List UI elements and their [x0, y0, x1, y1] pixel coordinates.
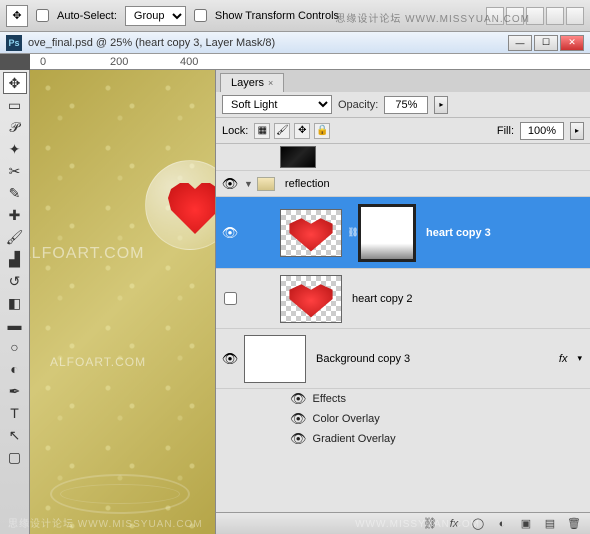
lock-all-icon[interactable]: 🔒 — [314, 123, 330, 139]
eraser-tool[interactable]: ◧ — [3, 292, 27, 314]
watermark-bottom-left: 思缘设计论坛 WWW.MISSYUAN.COM — [8, 515, 203, 530]
layer-heart-copy-2[interactable]: heart copy 2 — [216, 269, 590, 329]
ruler-horizontal: 0 200 400 — [30, 54, 590, 70]
align-btn-4[interactable] — [546, 7, 564, 25]
history-brush-tool[interactable]: ↺ — [3, 270, 27, 292]
visibility-icon[interactable]: 👁 — [290, 411, 307, 427]
effect-color-overlay[interactable]: 👁 Color Overlay — [216, 409, 590, 429]
path-tool[interactable]: ↖ — [3, 424, 27, 446]
layer-thumbnail[interactable] — [280, 146, 316, 168]
layer-row-hidden[interactable] — [216, 144, 590, 171]
document-title: ove_final.psd @ 25% (heart copy 3, Layer… — [28, 37, 502, 49]
document-title-bar: Ps ove_final.psd @ 25% (heart copy 3, La… — [0, 32, 590, 54]
layer-heart-copy-3[interactable]: 👁 ⛓ heart copy 3 — [216, 197, 590, 269]
adjustment-icon[interactable]: ◐ — [494, 516, 510, 532]
layer-background-copy-3[interactable]: 👁 Background copy 3 fx ▾ — [216, 329, 590, 389]
lock-position-icon[interactable]: ✥ — [294, 123, 310, 139]
pen-tool[interactable]: ✒ — [3, 380, 27, 402]
brush-tool[interactable]: 🖌 — [3, 226, 27, 248]
group-name[interactable]: reflection — [281, 178, 590, 190]
move-tool[interactable]: ✥ — [3, 72, 27, 94]
auto-select-label: Auto-Select: — [57, 10, 117, 22]
ps-icon: Ps — [6, 35, 22, 51]
shape-tool[interactable]: ▢ — [3, 446, 27, 468]
visibility-icon[interactable]: 👁 — [290, 431, 307, 447]
canvas[interactable]: ALFOART.COM ALFOART.COM — [30, 70, 215, 534]
fx-badge[interactable]: fx — [559, 353, 568, 365]
lock-label: Lock: — [222, 125, 248, 137]
layer-thumbnail[interactable] — [280, 275, 342, 323]
show-transform-label: Show Transform Controls — [215, 10, 339, 22]
dodge-tool[interactable]: ◐ — [3, 358, 27, 380]
opacity-flyout-icon[interactable]: ▸ — [434, 96, 448, 114]
stamp-tool[interactable]: ▟ — [3, 248, 27, 270]
canvas-ripple — [50, 474, 190, 514]
visibility-icon[interactable]: 👁 — [290, 391, 307, 407]
wand-tool[interactable]: ✦ — [3, 138, 27, 160]
opacity-label: Opacity: — [338, 99, 378, 111]
trash-icon[interactable]: 🗑 — [566, 516, 582, 532]
heal-tool[interactable]: ✚ — [3, 204, 27, 226]
effect-gradient-overlay[interactable]: 👁 Gradient Overlay — [216, 429, 590, 449]
watermark-top: 思缘设计论坛 WWW.MISSYUAN.COM — [335, 10, 530, 25]
blend-mode-select[interactable]: Soft Light — [222, 95, 332, 114]
layers-panel: Layers× Soft Light Opacity: 75% ▸ Lock: … — [215, 70, 590, 534]
canvas-watermark-2: ALFOART.COM — [50, 355, 146, 369]
canvas-watermark-1: ALFOART.COM — [30, 245, 145, 263]
auto-select-checkbox[interactable] — [36, 9, 49, 22]
fill-value[interactable]: 100% — [520, 122, 564, 140]
visibility-icon[interactable]: 👁 — [222, 225, 239, 241]
visibility-icon[interactable]: 👁 — [222, 176, 239, 192]
tools-panel: ✥ ▭ 𝒫 ✦ ✂ ✎ ✚ 🖌 ▟ ↺ ◧ ▬ ○ ◐ ✒ T ↖ ▢ — [0, 70, 30, 534]
align-btn-5[interactable] — [566, 7, 584, 25]
lasso-tool[interactable]: 𝒫 — [3, 116, 27, 138]
crop-tool[interactable]: ✂ — [3, 160, 27, 182]
close-button[interactable]: ✕ — [560, 35, 584, 51]
layer-list: 👁 ▼ reflection 👁 ⛓ heart copy 3 heart co… — [216, 144, 590, 512]
layer-name[interactable]: heart copy 3 — [422, 227, 590, 239]
folder-icon — [257, 177, 275, 191]
lock-pixels-icon[interactable]: 🖌 — [274, 123, 290, 139]
mask-thumbnail[interactable] — [358, 204, 416, 262]
opacity-value[interactable]: 75% — [384, 96, 428, 114]
marquee-tool[interactable]: ▭ — [3, 94, 27, 116]
maximize-button[interactable]: ☐ — [534, 35, 558, 51]
minimize-button[interactable]: — — [508, 35, 532, 51]
expand-icon[interactable]: ▼ — [244, 179, 253, 189]
layer-name[interactable]: Background copy 3 — [312, 353, 559, 365]
fill-flyout-icon[interactable]: ▸ — [570, 122, 584, 140]
type-tool[interactable]: T — [3, 402, 27, 424]
group-icon[interactable]: ▣ — [518, 516, 534, 532]
fill-label: Fill: — [497, 125, 514, 137]
gradient-tool[interactable]: ▬ — [3, 314, 27, 336]
close-tab-icon[interactable]: × — [268, 78, 273, 88]
effects-heading[interactable]: 👁 Effects — [216, 389, 590, 409]
layer-name[interactable]: heart copy 2 — [348, 293, 590, 305]
mask-link-icon[interactable]: ⛓ — [348, 227, 358, 238]
lock-transparency-icon[interactable]: ▦ — [254, 123, 270, 139]
layers-tab[interactable]: Layers× — [220, 73, 284, 92]
visibility-icon[interactable]: 👁 — [222, 351, 239, 367]
eyedropper-tool[interactable]: ✎ — [3, 182, 27, 204]
new-layer-icon[interactable]: ▤ — [542, 516, 558, 532]
watermark-bottom-right: WWW.MISSYUAN.COM — [355, 519, 480, 530]
layer-group-reflection[interactable]: 👁 ▼ reflection — [216, 171, 590, 197]
blur-tool[interactable]: ○ — [3, 336, 27, 358]
move-tool-icon[interactable]: ✥ — [6, 5, 28, 27]
show-transform-checkbox[interactable] — [194, 9, 207, 22]
layer-thumbnail[interactable] — [280, 209, 342, 257]
layer-thumbnail[interactable] — [244, 335, 306, 383]
auto-select-dropdown[interactable]: Group — [125, 6, 186, 26]
fx-expand-icon[interactable]: ▾ — [577, 353, 582, 364]
visibility-checkbox[interactable] — [224, 292, 237, 305]
